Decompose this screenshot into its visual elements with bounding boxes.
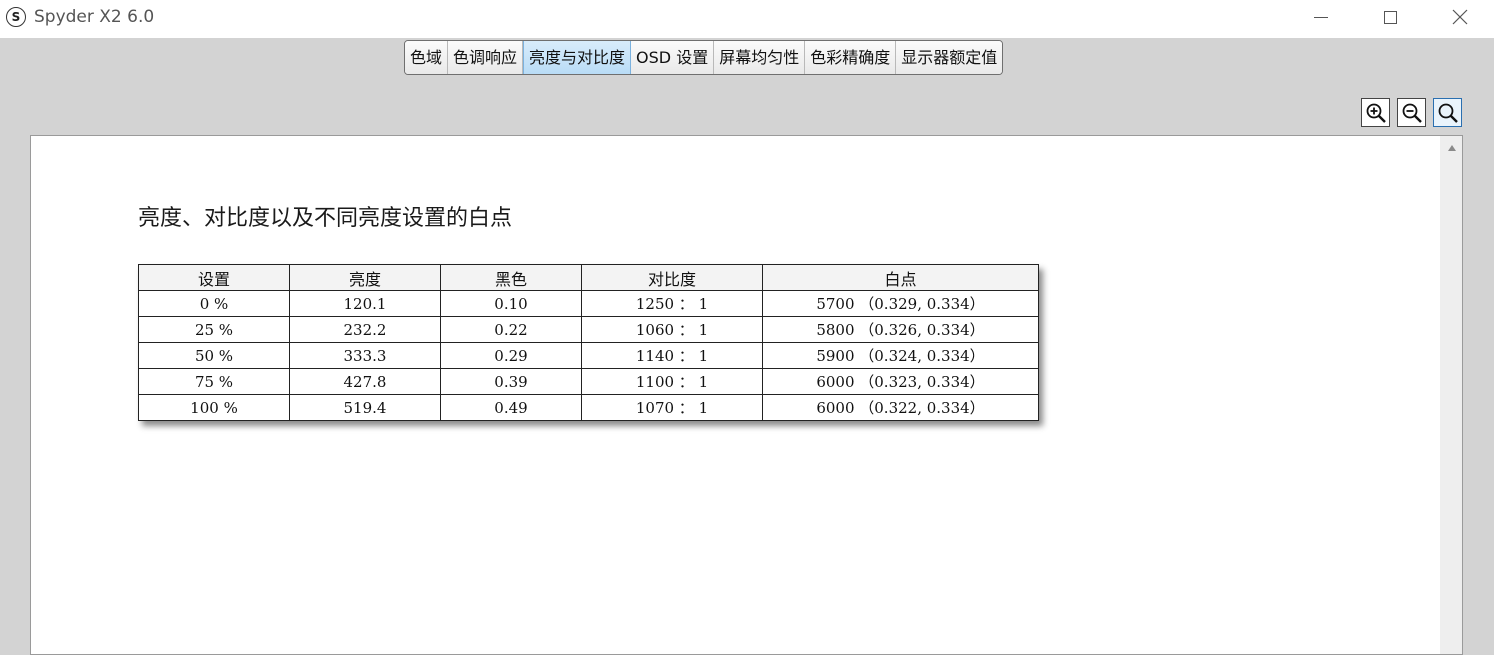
maximize-button[interactable]	[1355, 0, 1425, 34]
table-row: 75 % 427.8 0.39 1100 ： 1 6000 （0.323, 0.…	[138, 368, 1039, 395]
cell-white-point: 5800 （0.326, 0.334）	[762, 316, 1039, 343]
column-header-black: 黑色	[440, 264, 582, 291]
table-row: 25 % 232.2 0.22 1060 ： 1 5800 （0.326, 0.…	[138, 316, 1039, 343]
cell-brightness: 333.3	[289, 342, 441, 369]
column-header-white-point: 白点	[762, 264, 1039, 291]
cell-black: 0.10	[440, 290, 582, 317]
cell-setting: 75 %	[138, 368, 290, 395]
cell-contrast: 1070 ： 1	[581, 394, 763, 421]
cell-black: 0.39	[440, 368, 582, 395]
table-row: 0 % 120.1 0.10 1250 ： 1 5700 （0.329, 0.3…	[138, 290, 1039, 317]
report-tabs: 色域 色调响应 亮度与对比度 OSD 设置 屏幕均匀性 色彩精确度 显示器额定值	[404, 40, 1004, 75]
zoom-in-button[interactable]	[1361, 98, 1390, 127]
column-header-brightness: 亮度	[289, 264, 441, 291]
report-pane[interactable]: 亮度、对比度以及不同亮度设置的白点 设置 亮度 黑色 对比度 白点 0 % 12…	[30, 135, 1463, 655]
zoom-fit-button[interactable]	[1433, 98, 1462, 127]
tab-brightness-contrast[interactable]: 亮度与对比度	[523, 41, 632, 74]
maximize-icon	[1383, 10, 1397, 24]
cell-setting: 25 %	[138, 316, 290, 343]
close-button[interactable]	[1425, 0, 1494, 34]
cell-black: 0.29	[440, 342, 582, 369]
window-title: Spyder X2 6.0	[34, 7, 155, 27]
report-title: 亮度、对比度以及不同亮度设置的白点	[138, 206, 513, 231]
close-icon	[1452, 9, 1468, 25]
minimize-button[interactable]	[1286, 0, 1356, 34]
column-header-contrast: 对比度	[581, 264, 763, 291]
zoom-out-icon	[1402, 103, 1422, 123]
cell-setting: 50 %	[138, 342, 290, 369]
cell-contrast: 1060 ： 1	[581, 316, 763, 343]
tab-color-accuracy[interactable]: 色彩精确度	[805, 41, 897, 74]
title-bar: S Spyder X2 6.0	[0, 0, 1494, 38]
spyder-logo-icon: S	[6, 7, 26, 27]
zoom-out-button[interactable]	[1397, 98, 1426, 127]
zoom-fit-icon	[1438, 103, 1458, 123]
brightness-contrast-table: 设置 亮度 黑色 对比度 白点 0 % 120.1 0.10 1250 ： 1 …	[138, 264, 1039, 421]
cell-white-point: 5900 （0.324, 0.334）	[762, 342, 1039, 369]
cell-black: 0.22	[440, 316, 582, 343]
cell-contrast: 1100 ： 1	[581, 368, 763, 395]
cell-setting: 100 %	[138, 394, 290, 421]
column-header-setting: 设置	[138, 264, 290, 291]
tab-tone-response[interactable]: 色调响应	[448, 41, 524, 74]
cell-brightness: 120.1	[289, 290, 441, 317]
cell-black: 0.49	[440, 394, 582, 421]
table-row: 100 % 519.4 0.49 1070 ： 1 6000 （0.322, 0…	[138, 394, 1039, 421]
tab-monitor-rating[interactable]: 显示器额定值	[896, 41, 1003, 74]
cell-contrast: 1250 ： 1	[581, 290, 763, 317]
cell-white-point: 6000 （0.322, 0.334）	[762, 394, 1039, 421]
table-header-row: 设置 亮度 黑色 对比度 白点	[138, 264, 1039, 291]
cell-brightness: 519.4	[289, 394, 441, 421]
tab-screen-uniformity[interactable]: 屏幕均匀性	[714, 41, 806, 74]
app-window: S Spyder X2 6.0 色域 色调响应 亮度与对比度 OSD 设置 屏幕…	[0, 0, 1494, 655]
cell-brightness: 232.2	[289, 316, 441, 343]
tab-osd-settings[interactable]: OSD 设置	[631, 41, 715, 74]
scroll-up-arrow-icon[interactable]	[1448, 145, 1456, 151]
cell-brightness: 427.8	[289, 368, 441, 395]
zoom-in-icon	[1366, 103, 1386, 123]
tab-gamut[interactable]: 色域	[405, 41, 449, 74]
minimize-icon	[1314, 16, 1328, 18]
cell-contrast: 1140 ： 1	[581, 342, 763, 369]
cell-setting: 0 %	[138, 290, 290, 317]
table-row: 50 % 333.3 0.29 1140 ： 1 5900 （0.324, 0.…	[138, 342, 1039, 369]
cell-white-point: 6000 （0.323, 0.334）	[762, 368, 1039, 395]
vertical-scrollbar[interactable]	[1440, 136, 1462, 654]
cell-white-point: 5700 （0.329, 0.334）	[762, 290, 1039, 317]
